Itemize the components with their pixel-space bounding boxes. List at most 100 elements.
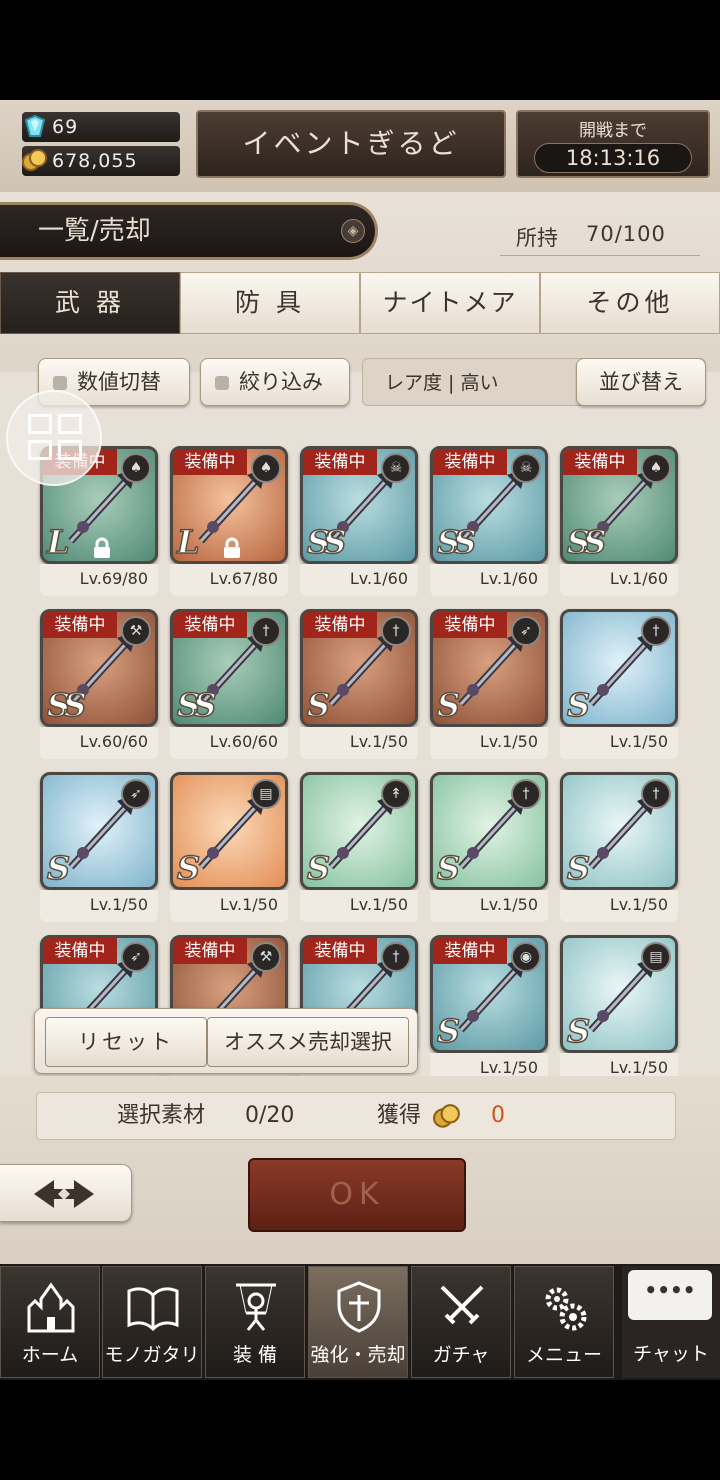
- battle-countdown[interactable]: 開戦まで 18:13:16: [516, 110, 710, 178]
- gears-icon: [545, 1287, 587, 1331]
- item-frame: 装備中 ◉ S: [430, 935, 548, 1053]
- sort-button[interactable]: 並び替え: [576, 358, 706, 406]
- shield-icon: [337, 1281, 381, 1333]
- checkbox-icon: [53, 376, 67, 390]
- item-grid: 装備中♠LLv.69/80装備中♠LLv.67/80装備中☠SSLv.1/60装…: [0, 426, 720, 1076]
- top-bar: 69 678,055 イベントぎるど 開戦まで 18:13:16: [0, 100, 720, 192]
- bow-icon: ➶: [121, 779, 151, 809]
- sword-icon: †: [251, 616, 281, 646]
- book-icon: ▤: [251, 779, 281, 809]
- nav-home[interactable]: ホーム: [0, 1266, 100, 1378]
- item-card[interactable]: † S Lv.1/50: [430, 772, 550, 922]
- narrow-button[interactable]: 絞り込み: [200, 358, 350, 406]
- item-level: Lv.67/80: [170, 564, 288, 596]
- nav-story-label: モノガタリ: [104, 1344, 200, 1366]
- item-card[interactable]: † S Lv.1/50: [560, 772, 680, 922]
- battle-timer: 18:13:16: [534, 143, 692, 173]
- item-level: Lv.1/50: [560, 727, 678, 759]
- castle-icon: [27, 1282, 75, 1333]
- rarity-label: L: [46, 522, 70, 561]
- item-card[interactable]: ↟ S Lv.1/50: [300, 772, 420, 922]
- book-icon: ▤: [641, 942, 671, 972]
- rarity-label: SS: [306, 522, 347, 561]
- book-icon: [127, 1287, 179, 1332]
- tab-weapons[interactable]: 武 器: [0, 272, 180, 334]
- item-card[interactable]: 装備中 ☠ SS Lv.1/60: [300, 446, 420, 596]
- rarity-label: S: [46, 848, 71, 887]
- item-level: Lv.1/50: [430, 1053, 548, 1076]
- skull-icon: ☠: [381, 453, 411, 483]
- recommend-sell-button[interactable]: オススメ売却選択: [207, 1017, 409, 1067]
- equipped-badge: 装備中: [433, 449, 507, 475]
- nav-equip-label: 装 備: [232, 1344, 278, 1366]
- item-frame: ▤ S: [170, 772, 288, 890]
- sword-icon: †: [381, 942, 411, 972]
- equipped-badge: 装備中: [303, 612, 377, 638]
- item-level: Lv.60/60: [170, 727, 288, 759]
- item-card[interactable]: 装備中 ◉ S Lv.1/50: [430, 935, 550, 1076]
- item-level: Lv.1/50: [170, 890, 288, 922]
- bow-icon: ➶: [121, 942, 151, 972]
- battle-label: 開戦まで: [579, 121, 647, 141]
- nav-enhance-sell-label: 強化・売却: [310, 1344, 406, 1366]
- gain-value: 0: [491, 1103, 505, 1128]
- item-card[interactable]: 装備中 † S Lv.1/50: [300, 609, 420, 759]
- item-level: Lv.1/50: [430, 890, 548, 922]
- item-frame: † S: [560, 609, 678, 727]
- material-value: 0/20: [245, 1103, 295, 1128]
- item-card[interactable]: † S Lv.1/50: [560, 609, 680, 759]
- grid-cell-icon: [28, 414, 52, 434]
- item-frame: 装備中 ☠ SS: [430, 446, 548, 564]
- item-card[interactable]: ▤ S Lv.1/50: [560, 935, 680, 1076]
- item-card[interactable]: 装備中 ♠ L Lv.67/80: [170, 446, 290, 596]
- event-guild-button[interactable]: イベントぎるど: [196, 110, 506, 178]
- item-card[interactable]: 装備中 ♠ SS Lv.1/60: [560, 446, 680, 596]
- chat-label: チャット: [633, 1343, 709, 1365]
- item-frame: 装備中 † SS: [170, 609, 288, 727]
- floating-grid-button[interactable]: [6, 390, 102, 486]
- hammer-icon: ⚒: [251, 942, 281, 972]
- equipped-badge: 装備中: [43, 938, 117, 964]
- equipped-badge: 装備中: [43, 612, 117, 638]
- item-card[interactable]: 装備中 ⚒ SS Lv.60/60: [40, 609, 160, 759]
- nav-enhance-sell[interactable]: 強化・売却: [308, 1266, 408, 1378]
- tab-armor[interactable]: 防 具: [180, 272, 360, 334]
- list-title-bar[interactable]: 一覧/売却 ◈: [0, 202, 378, 260]
- equipped-badge: 装備中: [173, 938, 247, 964]
- sword-icon: †: [381, 616, 411, 646]
- item-card[interactable]: 装備中 † SS Lv.60/60: [170, 609, 290, 759]
- tab-other[interactable]: その他: [540, 272, 720, 334]
- rarity-label: L: [176, 522, 200, 561]
- equipped-badge: 装備中: [173, 612, 247, 638]
- nav-menu[interactable]: メニュー: [514, 1266, 614, 1378]
- item-card[interactable]: ➶ S Lv.1/50: [40, 772, 160, 922]
- mace-icon: ♠: [251, 453, 281, 483]
- item-frame: † S: [560, 772, 678, 890]
- diamond-switch-icon[interactable]: ◈: [341, 219, 365, 243]
- gem-icon: [24, 114, 46, 137]
- coin-icon: [22, 149, 47, 171]
- back-button[interactable]: [0, 1164, 132, 1222]
- rarity-label: SS: [176, 685, 217, 724]
- sword-icon: †: [641, 616, 671, 646]
- owned-count: 所持 70/100: [500, 222, 700, 256]
- nav-story[interactable]: モノガタリ: [102, 1266, 202, 1378]
- item-card[interactable]: ▤ S Lv.1/50: [170, 772, 290, 922]
- nav-gacha[interactable]: ガチャ: [411, 1266, 511, 1378]
- lock-icon: [224, 537, 240, 558]
- reset-button[interactable]: リセット: [45, 1017, 207, 1067]
- equipped-badge: 装備中: [563, 449, 637, 475]
- chat-button[interactable]: •••• チャット: [622, 1266, 720, 1378]
- rarity-label: S: [566, 685, 591, 724]
- nav-equip[interactable]: 装 備: [205, 1266, 305, 1378]
- category-tabs: 武 器 防 具 ナイトメア その他: [0, 272, 720, 336]
- sort-box: レア度 | 高い 並び替え: [362, 358, 706, 406]
- item-card[interactable]: 装備中 ☠ SS Lv.1/60: [430, 446, 550, 596]
- nav-menu-label: メニュー: [525, 1344, 602, 1366]
- item-card[interactable]: 装備中 ➶ S Lv.1/50: [430, 609, 550, 759]
- ok-button[interactable]: OK: [248, 1158, 466, 1232]
- tab-nightmare[interactable]: ナイトメア: [360, 272, 540, 334]
- back-arrow-icon: [34, 1180, 94, 1208]
- gem-value: 69: [52, 116, 79, 138]
- item-level: Lv.1/50: [560, 890, 678, 922]
